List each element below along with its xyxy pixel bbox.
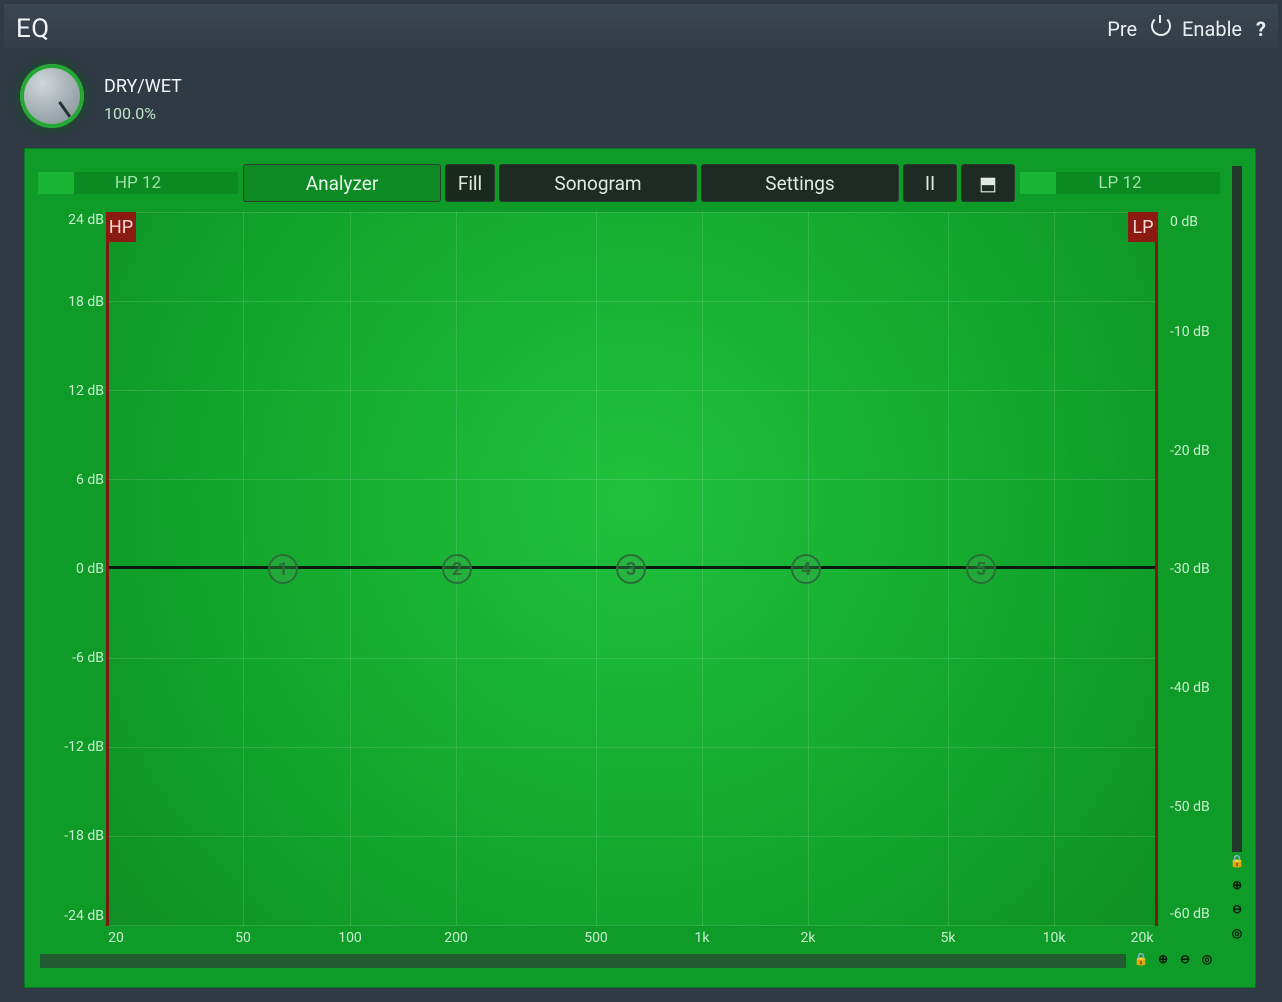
grid-h	[106, 301, 1158, 302]
x-label: 500	[584, 930, 608, 946]
eq-graph[interactable]: HP LP 1 2 3 4 5	[106, 212, 1158, 926]
header-controls: Pre Enable ?	[1107, 15, 1266, 41]
settings-button[interactable]: Settings	[702, 165, 898, 201]
x-label: 20	[108, 930, 124, 946]
pause-icon: II	[924, 171, 936, 195]
x-label: 5k	[940, 930, 956, 946]
zoom-reset-icon[interactable]: ◎	[1200, 952, 1214, 966]
band-handle[interactable]: 1	[268, 554, 298, 584]
band-handle[interactable]: 3	[616, 554, 646, 584]
y-right-label: 0 dB	[1170, 214, 1198, 230]
sonogram-button[interactable]: Sonogram	[500, 165, 696, 201]
x-label: 200	[444, 930, 468, 946]
grid-v	[1054, 212, 1055, 926]
horizontal-scrollbar[interactable]	[40, 954, 1126, 968]
pause-button[interactable]: II	[904, 165, 956, 201]
y-left-label: 6 dB	[76, 472, 104, 488]
grid-v	[596, 212, 597, 926]
enable-toggle[interactable]: Enable	[1151, 15, 1243, 41]
hp-slope-slider[interactable]: HP 12	[38, 172, 238, 194]
lock-icon[interactable]: 🔒	[1230, 854, 1245, 868]
grid-h	[106, 212, 1158, 213]
band-handle[interactable]: 5	[966, 554, 996, 584]
zoom-reset-icon[interactable]: ◎	[1230, 926, 1244, 940]
eq-toolbar: HP 12 Analyzer Fill Sonogram Settings II…	[38, 164, 1220, 202]
help-button[interactable]: ?	[1256, 17, 1266, 41]
grid-h	[106, 658, 1158, 659]
lp-slope-label: LP 12	[1098, 173, 1142, 193]
y-left-label: -18 dB	[64, 828, 104, 844]
bottom-zoom-controls: 🔒 ⊕ ⊖ ◎	[1134, 952, 1214, 966]
zoom-out-icon[interactable]: ⊖	[1178, 952, 1192, 966]
drywet-label: DRY/WET	[104, 76, 182, 97]
y-right-label: -50 dB	[1170, 799, 1210, 815]
grid-h	[106, 836, 1158, 837]
lp-handle[interactable]: LP	[1128, 212, 1158, 242]
hp-filter-edge	[106, 212, 109, 926]
x-label: 10k	[1042, 930, 1066, 946]
drywet-knob[interactable]	[20, 64, 84, 128]
y-left-label: 24 dB	[68, 212, 104, 228]
plugin-title: EQ	[16, 14, 50, 44]
pre-toggle[interactable]: Pre	[1107, 17, 1137, 41]
lp-slope-slider[interactable]: LP 12	[1020, 172, 1220, 194]
grid-v	[948, 212, 949, 926]
grid-h	[106, 925, 1158, 926]
title-bar: EQ Pre Enable ?	[4, 4, 1278, 48]
zoom-in-icon[interactable]: ⊕	[1156, 952, 1170, 966]
zoom-out-icon[interactable]: ⊖	[1230, 902, 1244, 916]
lp-filter-edge	[1155, 212, 1158, 926]
y-left-label: -24 dB	[64, 908, 104, 924]
x-label: 100	[338, 930, 362, 946]
analyzer-button[interactable]: Analyzer	[244, 165, 440, 201]
fill-button[interactable]: Fill	[446, 165, 494, 201]
power-icon	[1151, 15, 1172, 36]
drywet-value: 100.0%	[104, 104, 156, 123]
y-left-label: -6 dB	[72, 650, 104, 666]
y-left-label: 18 dB	[68, 294, 104, 310]
grid-h	[106, 747, 1158, 748]
pin-button[interactable]: ⬒	[962, 165, 1014, 201]
eq-panel: HP 12 Analyzer Fill Sonogram Settings II…	[24, 148, 1256, 988]
y-right-label: -40 dB	[1170, 680, 1210, 696]
hp-handle[interactable]: HP	[106, 212, 136, 242]
y-left-label: -12 dB	[64, 739, 104, 755]
enable-label: Enable	[1182, 17, 1243, 41]
level-meter	[1232, 166, 1242, 852]
y-left-label: 0 dB	[76, 561, 104, 577]
band-handle[interactable]: 2	[442, 554, 472, 584]
grid-v	[350, 212, 351, 926]
x-label: 2k	[800, 930, 816, 946]
pin-icon: ⬒	[979, 171, 997, 195]
x-label: 1k	[694, 930, 710, 946]
band-handle[interactable]: 4	[791, 554, 821, 584]
y-right-label: -20 dB	[1170, 443, 1210, 459]
y-right-label: -10 dB	[1170, 324, 1210, 340]
y-right-label: -30 dB	[1170, 561, 1210, 577]
zoom-in-icon[interactable]: ⊕	[1230, 878, 1244, 892]
lock-icon[interactable]: 🔒	[1134, 952, 1149, 966]
grid-v	[702, 212, 703, 926]
drywet-control[interactable]: DRY/WET 100.0%	[20, 64, 182, 128]
right-zoom-controls: 🔒 ⊕ ⊖ ◎	[1230, 854, 1245, 940]
x-label: 20k	[1130, 930, 1154, 946]
grid-v	[243, 212, 244, 926]
y-left-label: 12 dB	[68, 383, 104, 399]
x-label: 50	[235, 930, 251, 946]
hp-slope-label: HP 12	[114, 173, 162, 193]
grid-h	[106, 479, 1158, 480]
grid-h	[106, 390, 1158, 391]
